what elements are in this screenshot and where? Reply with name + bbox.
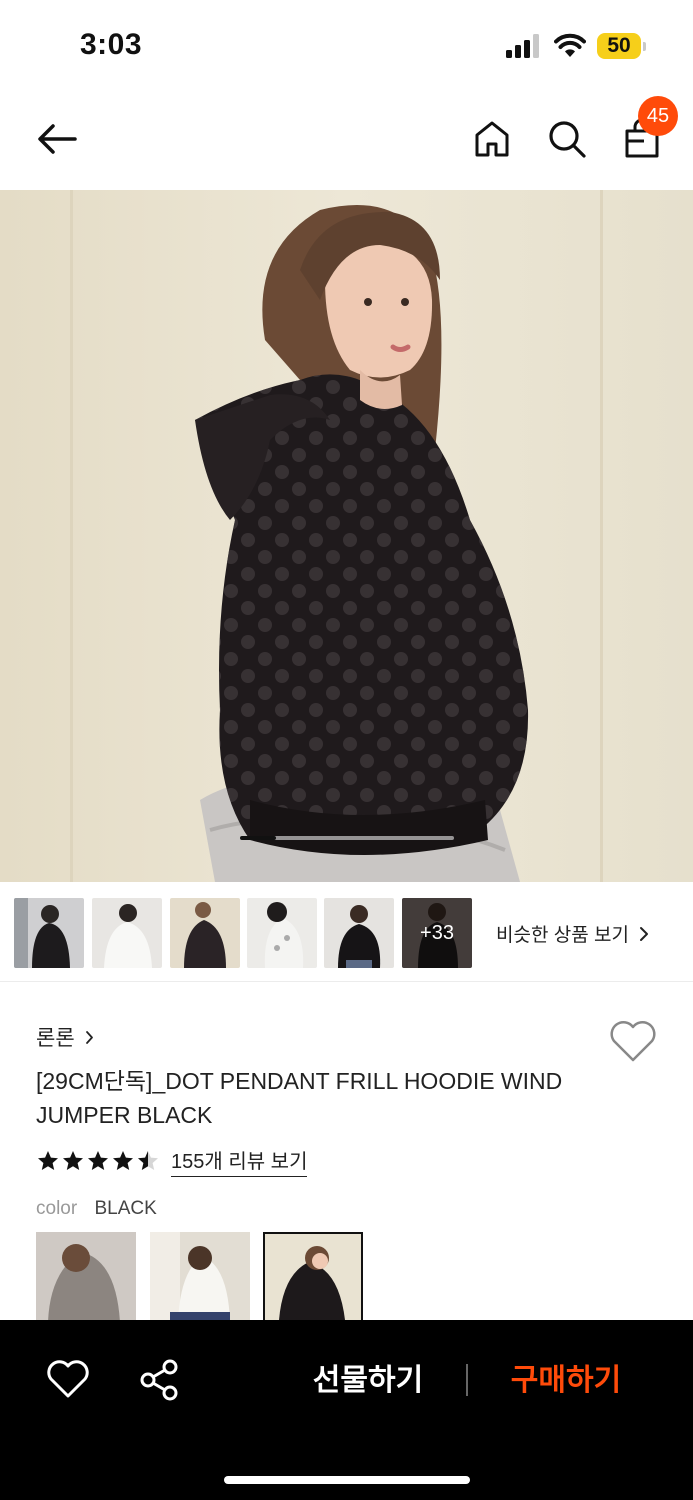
back-button[interactable] bbox=[30, 112, 84, 166]
bottom-action-bar: 선물하기 구매하기 bbox=[0, 1320, 693, 1500]
star-icon bbox=[38, 1151, 58, 1170]
rating-stars bbox=[36, 1149, 161, 1173]
status-bar: 3:03 50 bbox=[0, 0, 693, 92]
more-images-count: +33 bbox=[402, 898, 472, 968]
app-header bbox=[0, 92, 693, 190]
option-value: BLACK bbox=[94, 1198, 157, 1219]
battery-icon: 50 bbox=[597, 33, 647, 59]
half-star-icon bbox=[138, 1151, 158, 1170]
cart-count-badge: 45 bbox=[638, 96, 678, 136]
battery-level: 50 bbox=[607, 34, 631, 57]
thumbnail-strip: +33 비슷한 상품 보기 bbox=[0, 882, 693, 982]
thumbnail-2[interactable] bbox=[92, 898, 162, 968]
option-label: color bbox=[36, 1198, 78, 1219]
thumbnail-5[interactable] bbox=[324, 898, 394, 968]
brand-name: 론론 bbox=[36, 1027, 75, 1050]
image-pager-indicator bbox=[240, 836, 276, 840]
search-icon bbox=[549, 121, 586, 158]
cellular-signal-icon bbox=[506, 34, 539, 58]
thumbnail-1[interactable] bbox=[14, 898, 84, 968]
similar-products-label: 비슷한 상품 보기 bbox=[496, 925, 629, 946]
home-indicator[interactable] bbox=[224, 1476, 470, 1484]
status-time: 3:03 bbox=[80, 28, 143, 61]
thumbnail-3[interactable] bbox=[170, 898, 240, 968]
search-button[interactable] bbox=[542, 112, 592, 166]
similar-products-link[interactable]: 비슷한 상품 보기 bbox=[496, 920, 649, 947]
wifi-icon bbox=[554, 33, 586, 57]
home-icon bbox=[475, 121, 509, 157]
heart-icon[interactable] bbox=[608, 1020, 658, 1064]
thumbnail-4[interactable] bbox=[247, 898, 317, 968]
product-title: [29CM단독]_DOT PENDANT FRILL HOODIE WIND J… bbox=[36, 1068, 563, 1128]
divider bbox=[466, 1364, 468, 1396]
reviews-link[interactable]: 155개 리뷰 보기 bbox=[171, 1145, 308, 1177]
heart-icon[interactable] bbox=[46, 1360, 90, 1400]
color-swatch-grey[interactable] bbox=[36, 1232, 136, 1322]
color-option-row: color BLACK bbox=[36, 1198, 157, 1220]
chevron-right-icon bbox=[85, 1030, 93, 1044]
chevron-right-icon bbox=[639, 926, 648, 941]
star-icon bbox=[113, 1151, 133, 1170]
color-swatch-black[interactable] bbox=[263, 1232, 363, 1322]
thumbnail-6-more[interactable]: +33 bbox=[402, 898, 472, 968]
star-icon bbox=[88, 1151, 108, 1170]
product-main-image[interactable] bbox=[0, 190, 693, 882]
color-swatch-white[interactable] bbox=[150, 1232, 250, 1322]
home-button[interactable] bbox=[468, 112, 516, 166]
share-icon[interactable] bbox=[138, 1358, 180, 1402]
arrow-left-icon bbox=[38, 124, 77, 154]
brand-link[interactable]: 론론 bbox=[36, 1022, 94, 1052]
star-icon bbox=[63, 1151, 83, 1170]
gift-button[interactable]: 선물하기 bbox=[300, 1360, 436, 1402]
rating-row: 155개 리뷰 보기 bbox=[36, 1145, 308, 1177]
buy-button[interactable]: 구매하기 bbox=[494, 1360, 638, 1402]
